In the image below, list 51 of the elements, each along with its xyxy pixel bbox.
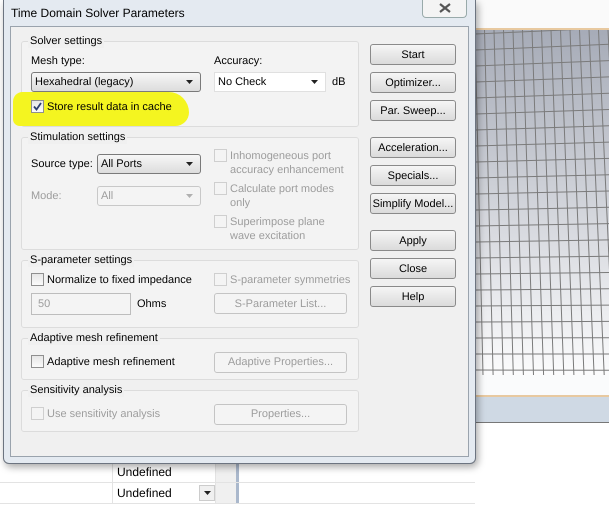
field-label: Source type: bbox=[31, 158, 94, 170]
accuracy-dropdown[interactable]: No Check bbox=[214, 72, 326, 92]
dropdown-arrow-icon bbox=[186, 80, 193, 84]
dropdown-arrow-icon bbox=[186, 194, 193, 198]
dropdown-button[interactable] bbox=[199, 485, 215, 501]
close-icon bbox=[438, 3, 450, 13]
checkbox[interactable] bbox=[31, 273, 44, 286]
group-title: S-parameter settings bbox=[28, 253, 134, 267]
button: Adaptive Properties... bbox=[214, 352, 347, 372]
button[interactable]: Help bbox=[370, 286, 456, 307]
group-title: Sensitivity analysis bbox=[28, 383, 124, 397]
scrollbar[interactable] bbox=[216, 483, 239, 503]
button[interactable]: Simplify Model... bbox=[370, 193, 456, 214]
checkbox-label: Inhomogeneous port accuracy enhancement bbox=[230, 149, 345, 177]
checkbox-label: Use sensitivity analysis bbox=[47, 407, 160, 421]
field-label: Accuracy: bbox=[214, 54, 264, 68]
checkbox[interactable] bbox=[31, 355, 44, 368]
table-cell[interactable]: Undefined bbox=[112, 483, 216, 503]
checkbox-label: Adaptive mesh refinement bbox=[47, 355, 175, 369]
mesh-type-dropdown[interactable]: Hexahedral (legacy) bbox=[31, 72, 201, 92]
button[interactable]: Optimizer... bbox=[370, 72, 456, 93]
scrollbar[interactable] bbox=[216, 462, 239, 482]
checkbox-label: S-parameter symmetries bbox=[230, 273, 350, 287]
group-title: Solver settings bbox=[28, 34, 104, 48]
window-title: Time Domain Solver Parameters bbox=[11, 6, 185, 20]
unit-label: dB bbox=[332, 76, 346, 88]
button: Properties... bbox=[214, 404, 347, 424]
unit-label: Ohms bbox=[137, 298, 166, 310]
checkbox-label: Calculate port modes only bbox=[230, 182, 335, 210]
button[interactable]: Start bbox=[370, 44, 456, 65]
close-button[interactable] bbox=[422, 0, 467, 18]
dropdown-arrow-icon bbox=[311, 80, 318, 84]
field-label: Mesh type: bbox=[31, 54, 86, 68]
checkbox-label: Normalize to fixed impedance bbox=[47, 273, 192, 287]
checkbox-label: Store result data in cache bbox=[47, 100, 172, 114]
impedance-field: 50 bbox=[31, 293, 131, 315]
checkbox-label: Superimpose plane wave excitation bbox=[230, 215, 326, 243]
button[interactable]: Acceleration... bbox=[370, 137, 456, 158]
field-label: Mode: bbox=[31, 190, 63, 202]
group-title: Stimulation settings bbox=[28, 130, 128, 144]
button: S-Parameter List... bbox=[214, 293, 347, 314]
button[interactable]: Close bbox=[370, 258, 456, 279]
mode-dropdown: All bbox=[97, 186, 201, 206]
button[interactable]: Par. Sweep... bbox=[370, 100, 456, 121]
checkbox[interactable] bbox=[31, 100, 44, 113]
button[interactable]: Specials... bbox=[370, 165, 456, 186]
dropdown-arrow-icon bbox=[186, 162, 193, 166]
source-type-dropdown[interactable]: All Ports bbox=[97, 154, 201, 174]
group-title: Adaptive mesh refinement bbox=[28, 331, 160, 345]
dropdown-arrow-icon bbox=[204, 491, 210, 495]
button[interactable]: Apply bbox=[370, 230, 456, 251]
